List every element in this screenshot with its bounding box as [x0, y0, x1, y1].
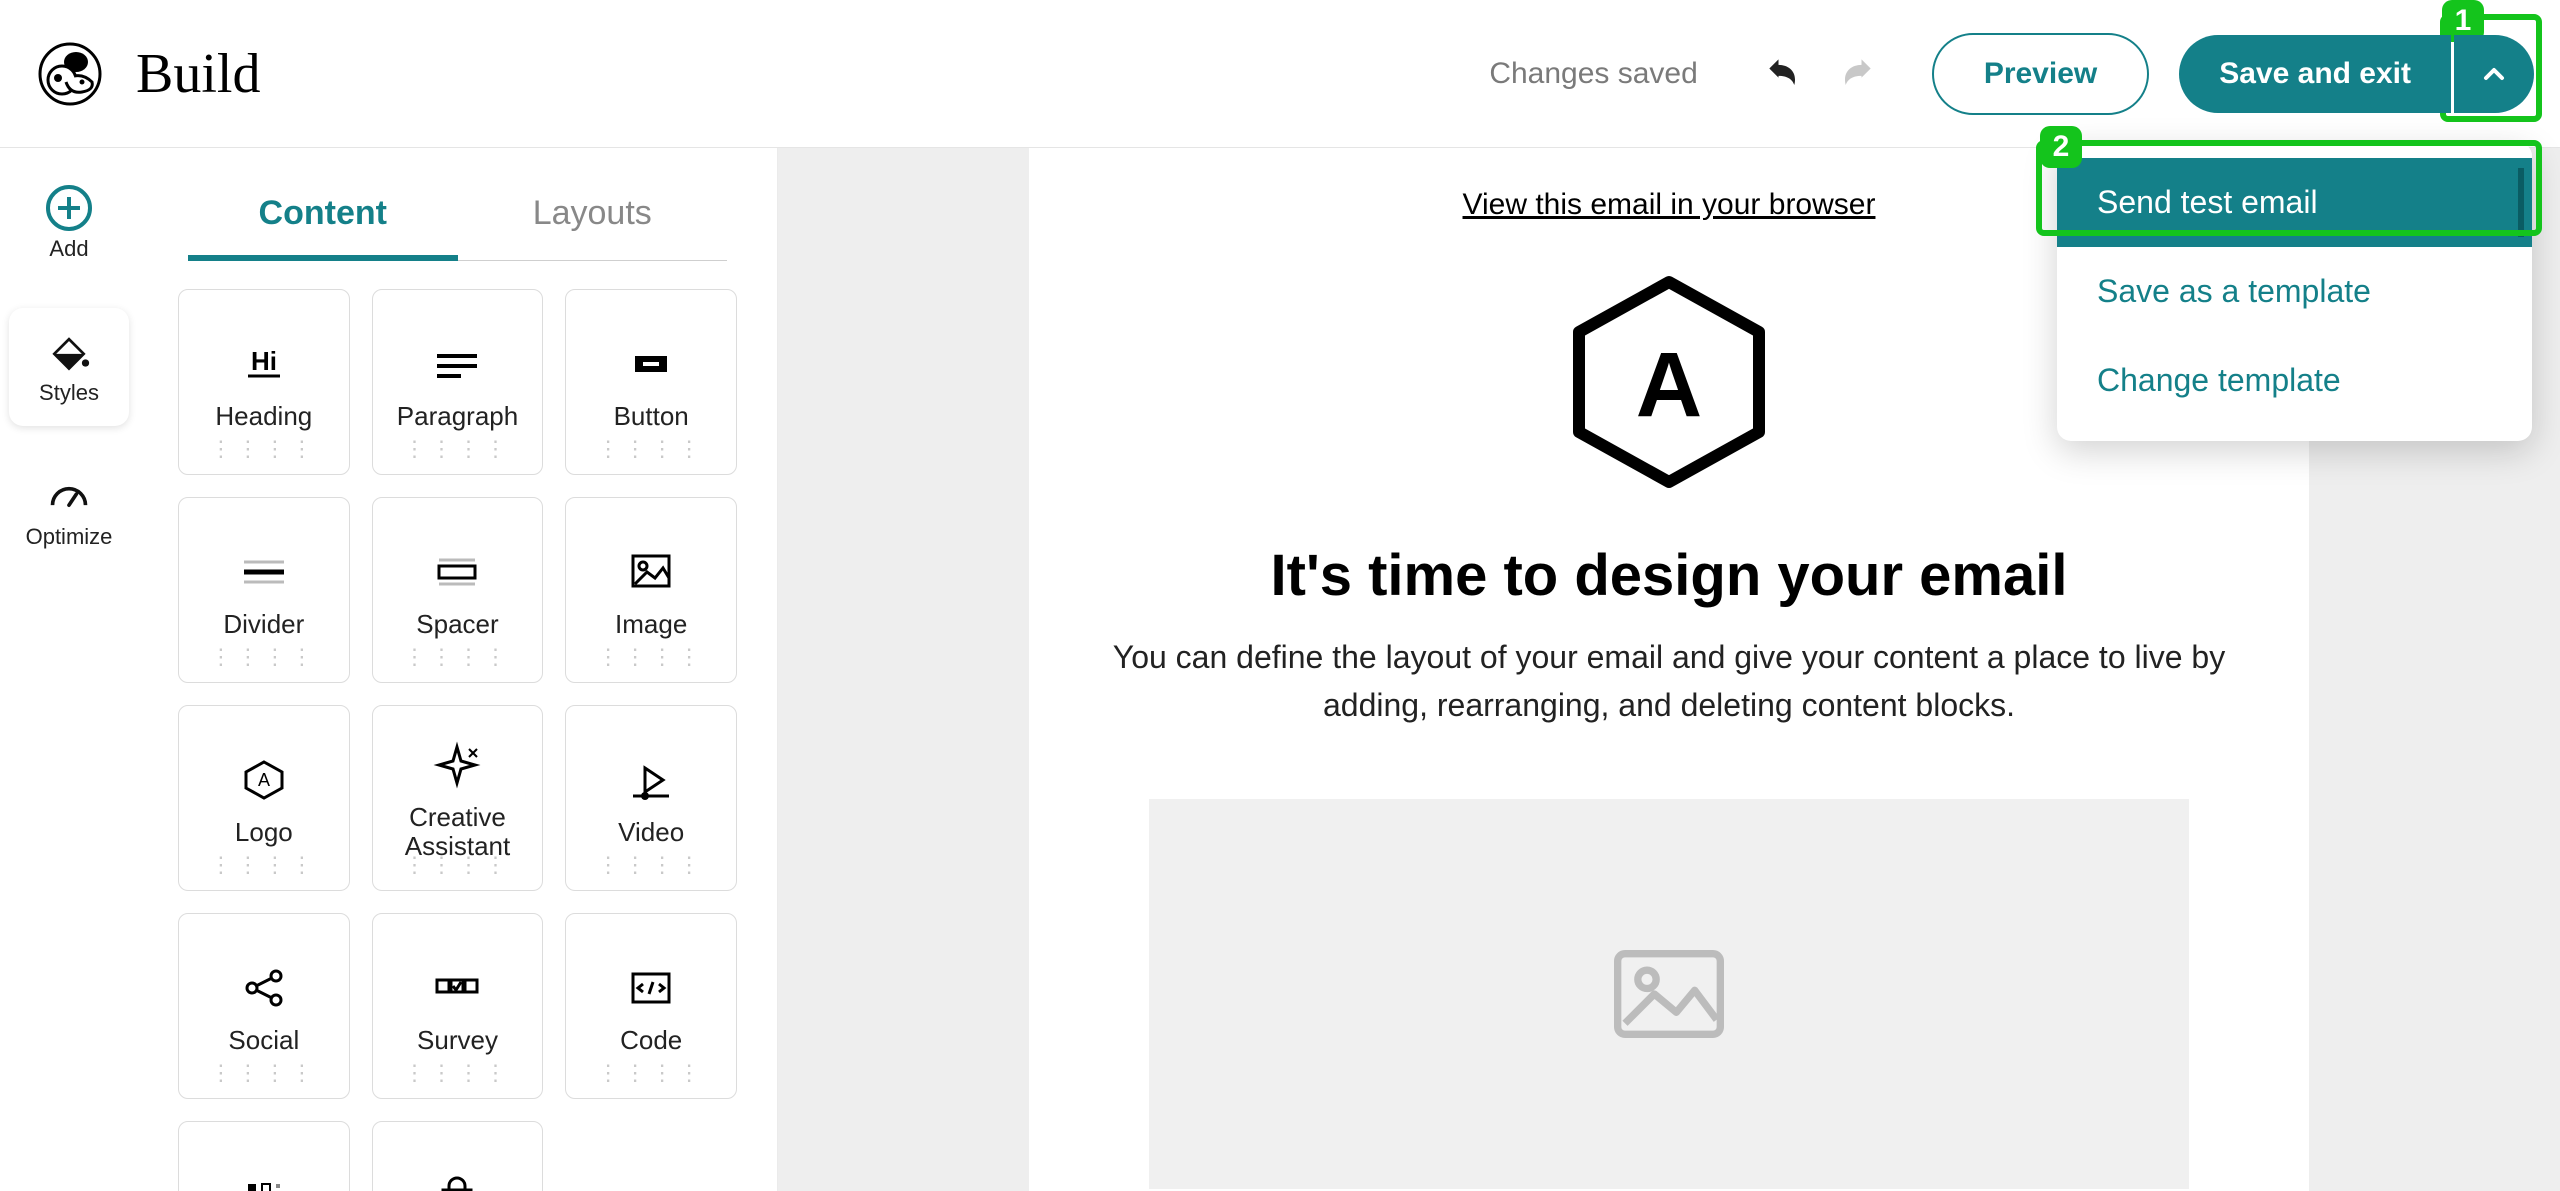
- drag-handle-icon: ⋮⋮⋮⋮: [597, 852, 705, 878]
- code-icon: [623, 958, 679, 1018]
- mailchimp-logo-icon: [34, 38, 106, 110]
- survey-icon: [429, 958, 485, 1018]
- drag-handle-icon: ⋮⋮⋮⋮: [210, 644, 318, 670]
- rail-optimize-label: Optimize: [26, 524, 113, 550]
- drag-handle-icon: ⋮⋮⋮⋮: [597, 1060, 705, 1086]
- drag-handle-icon: ⋮⋮⋮⋮: [403, 852, 511, 878]
- drag-handle-icon: ⋮⋮⋮⋮: [403, 644, 511, 670]
- block-apps[interactable]: Apps⋮⋮⋮⋮: [178, 1121, 350, 1191]
- plus-circle-icon: [45, 184, 93, 232]
- divider-icon: [236, 542, 292, 602]
- drag-handle-icon: ⋮⋮⋮⋮: [210, 852, 318, 878]
- rail-add-label: Add: [49, 236, 88, 262]
- save-options-menu: Send test email Save as a template Chang…: [2057, 142, 2532, 441]
- drag-handle-icon: ⋮⋮⋮⋮: [210, 436, 318, 462]
- svg-text:A: A: [258, 770, 270, 790]
- save-status-text: Changes saved: [1489, 57, 1697, 91]
- share-icon: [236, 958, 292, 1018]
- rail-styles-label: Styles: [39, 380, 99, 406]
- top-bar: Build Changes saved Preview Save and exi…: [0, 0, 2560, 148]
- drag-handle-icon: ⋮⋮⋮⋮: [403, 1060, 511, 1086]
- left-rail: Add Styles Optimize: [0, 148, 138, 1191]
- block-survey[interactable]: Survey ⋮⋮⋮⋮: [372, 913, 544, 1099]
- paint-bucket-icon: [45, 328, 93, 376]
- block-share[interactable]: Social ⋮⋮⋮⋮: [178, 913, 350, 1099]
- block-label: Social: [228, 1026, 299, 1055]
- svg-text:A: A: [1636, 334, 1702, 436]
- block-label: Video: [618, 818, 684, 847]
- rail-optimize[interactable]: Optimize: [0, 468, 138, 554]
- view-in-browser-link[interactable]: View this email in your browser: [1463, 188, 1876, 222]
- block-code[interactable]: Code ⋮⋮⋮⋮: [565, 913, 737, 1099]
- block-heading[interactable]: Hi Heading ⋮⋮⋮⋮: [178, 289, 350, 475]
- block-button[interactable]: Button ⋮⋮⋮⋮: [565, 289, 737, 475]
- block-label: Paragraph: [397, 402, 518, 431]
- sparkle-icon: [429, 735, 485, 795]
- block-label: Survey: [417, 1026, 498, 1055]
- block-video[interactable]: Video ⋮⋮⋮⋮: [565, 705, 737, 891]
- menu-item-save-as-template[interactable]: Save as a template: [2057, 247, 2532, 336]
- save-and-exit-button[interactable]: Save and exit: [2179, 35, 2451, 113]
- block-label: Button: [614, 402, 689, 431]
- rail-styles[interactable]: Styles: [9, 308, 129, 426]
- tab-content[interactable]: Content: [188, 178, 458, 261]
- video-icon: [623, 750, 679, 810]
- spacer-icon: [429, 542, 485, 602]
- logo-icon: A: [236, 750, 292, 810]
- drag-handle-icon: ⋮⋮⋮⋮: [597, 436, 705, 462]
- hexagon-logo-icon: A: [1569, 272, 1769, 492]
- block-spacer[interactable]: Spacer ⋮⋮⋮⋮: [372, 497, 544, 683]
- product-icon: [429, 1166, 485, 1191]
- blocks-grid: HiHeading⋮⋮⋮⋮Paragraph⋮⋮⋮⋮Button⋮⋮⋮⋮Divi…: [138, 261, 777, 1191]
- undo-button[interactable]: [1760, 50, 1808, 98]
- block-logo[interactable]: A Logo ⋮⋮⋮⋮: [178, 705, 350, 891]
- save-options-dropdown-toggle[interactable]: [2454, 35, 2534, 113]
- tab-layouts[interactable]: Layouts: [458, 178, 728, 261]
- gauge-icon: [45, 472, 93, 520]
- block-paragraph[interactable]: Paragraph ⋮⋮⋮⋮: [372, 289, 544, 475]
- heading-icon: Hi: [236, 334, 292, 394]
- redo-button[interactable]: [1832, 50, 1880, 98]
- block-label: Code: [620, 1026, 682, 1055]
- blocks-panel: Content Layouts Hi Heading ⋮⋮⋮⋮ Paragraph ⋮⋮…: [138, 148, 778, 1191]
- svg-text:Hi: Hi: [251, 346, 277, 376]
- image-placeholder[interactable]: [1149, 799, 2189, 1189]
- block-label: Spacer: [416, 610, 498, 639]
- apps-icon: [236, 1166, 292, 1191]
- drag-handle-icon: ⋮⋮⋮⋮: [597, 644, 705, 670]
- preview-button[interactable]: Preview: [1932, 33, 2149, 115]
- block-divider[interactable]: Divider ⋮⋮⋮⋮: [178, 497, 350, 683]
- panel-tabs: Content Layouts: [138, 148, 777, 261]
- email-sub-text: You can define the layout of your email …: [1109, 633, 2229, 729]
- page-title: Build: [136, 42, 260, 106]
- block-label: Image: [615, 610, 687, 639]
- block-sparkle[interactable]: Creative Assistant⋮⋮⋮⋮: [372, 705, 544, 891]
- button-icon: [623, 334, 679, 394]
- block-label: Logo: [235, 818, 293, 847]
- email-heading: It's time to design your email: [1271, 542, 2068, 609]
- menu-item-send-test-email[interactable]: Send test email: [2057, 158, 2532, 247]
- block-image[interactable]: Image ⋮⋮⋮⋮: [565, 497, 737, 683]
- image-icon: [623, 542, 679, 602]
- drag-handle-icon: ⋮⋮⋮⋮: [210, 1060, 318, 1086]
- paragraph-icon: [429, 334, 485, 394]
- block-label: Divider: [223, 610, 304, 639]
- rail-add[interactable]: Add: [0, 180, 138, 266]
- drag-handle-icon: ⋮⋮⋮⋮: [403, 436, 511, 462]
- block-label: Heading: [215, 402, 312, 431]
- block-product[interactable]: Product⋮⋮⋮⋮: [372, 1121, 544, 1191]
- menu-item-change-template[interactable]: Change template: [2057, 336, 2532, 425]
